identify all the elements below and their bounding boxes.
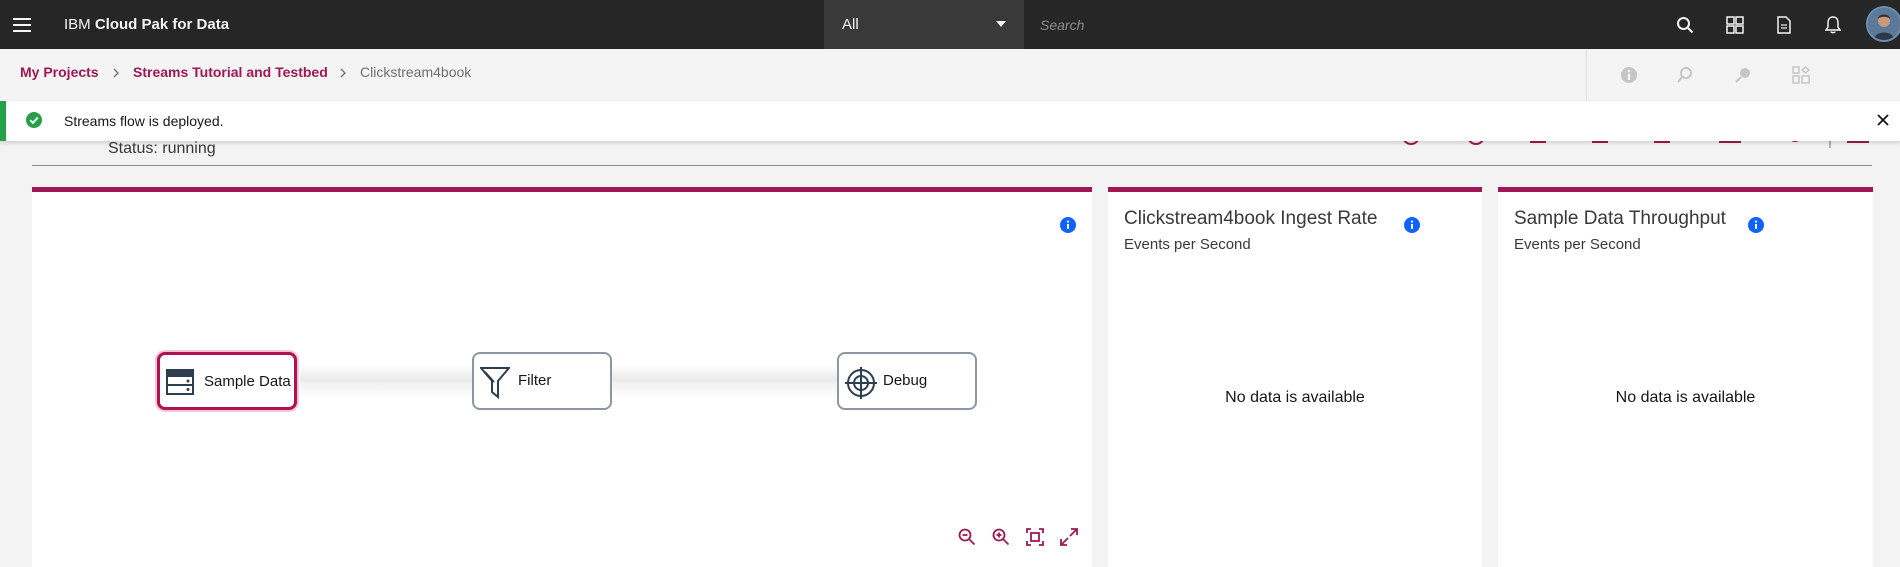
top-nav: IBM Cloud Pak for Data All <box>0 0 1900 49</box>
node-label: Sample Data <box>204 373 291 390</box>
info-icon[interactable] <box>1748 217 1764 233</box>
notification-icon[interactable] <box>1808 0 1857 49</box>
card-title: Clickstream4book Ingest Rate <box>1124 208 1378 229</box>
info-icon[interactable] <box>1404 217 1420 233</box>
target-icon <box>845 367 877 399</box>
card-title: Sample Data Throughput <box>1514 208 1726 229</box>
database-icon <box>166 368 194 396</box>
close-icon[interactable] <box>1876 113 1890 127</box>
brand-prefix: IBM <box>64 16 91 33</box>
checkmark-icon <box>26 112 42 128</box>
breadcrumb-current: Clickstream4book <box>360 64 472 80</box>
success-notification: Streams flow is deployed. <box>0 101 1900 141</box>
product-name[interactable]: IBM Cloud Pak for Data <box>64 0 229 49</box>
chevron-right-icon <box>113 68 119 78</box>
empty-state: No data is available <box>1225 389 1365 406</box>
card-subtitle: Events per Second <box>1124 236 1251 253</box>
flow-link[interactable] <box>612 365 840 399</box>
flow-toolbar <box>1586 49 1900 101</box>
filter-icon <box>480 367 510 399</box>
info-icon[interactable] <box>1617 63 1641 87</box>
metric-card-throughput: Sample Data Throughput Events per Second… <box>1498 187 1873 567</box>
breadcrumb-project[interactable]: Streams Tutorial and Testbed <box>133 49 328 95</box>
settings-icon[interactable] <box>1673 63 1697 87</box>
grid-icon[interactable] <box>1789 63 1813 87</box>
chevron-down-icon <box>996 21 1006 27</box>
menu-icon[interactable] <box>0 0 44 49</box>
fit-icon[interactable] <box>1024 526 1046 548</box>
info-icon[interactable] <box>1060 217 1076 233</box>
zoom-in-icon[interactable] <box>990 526 1012 548</box>
search-input[interactable] <box>1026 0 1684 49</box>
search-bar <box>1026 0 1684 49</box>
brand-name: Cloud Pak for Data <box>94 16 230 33</box>
divider <box>32 165 1872 166</box>
empty-state: No data is available <box>1615 389 1756 406</box>
flow-status: Status: running <box>108 140 216 157</box>
flow-link[interactable] <box>300 365 475 399</box>
flow-node-debug[interactable]: Debug <box>837 352 977 410</box>
scope-dropdown[interactable]: All <box>824 0 1024 49</box>
metric-card-ingest-rate: Clickstream4book Ingest Rate Events per … <box>1108 187 1482 567</box>
node-label: Debug <box>883 372 928 389</box>
search-icon[interactable] <box>1660 0 1709 49</box>
breadcrumb-my-projects[interactable]: My Projects <box>20 49 99 95</box>
flow-node-filter[interactable]: Filter <box>472 352 612 410</box>
expand-icon[interactable] <box>1058 526 1080 548</box>
chevron-right-icon <box>340 68 346 78</box>
zoom-out-icon[interactable] <box>956 526 978 548</box>
document-icon[interactable] <box>1759 0 1808 49</box>
flow-node-sample-data[interactable]: Sample Data <box>157 352 297 410</box>
scope-selected: All <box>842 16 859 33</box>
edit-icon[interactable] <box>1731 63 1755 87</box>
apps-icon[interactable] <box>1710 0 1759 49</box>
notification-message: Streams flow is deployed. <box>64 113 224 129</box>
node-label: Filter <box>518 372 552 389</box>
card-subtitle: Events per Second <box>1514 236 1641 253</box>
breadcrumb: My Projects Streams Tutorial and Testbed… <box>0 49 1900 102</box>
avatar[interactable] <box>1866 6 1900 42</box>
